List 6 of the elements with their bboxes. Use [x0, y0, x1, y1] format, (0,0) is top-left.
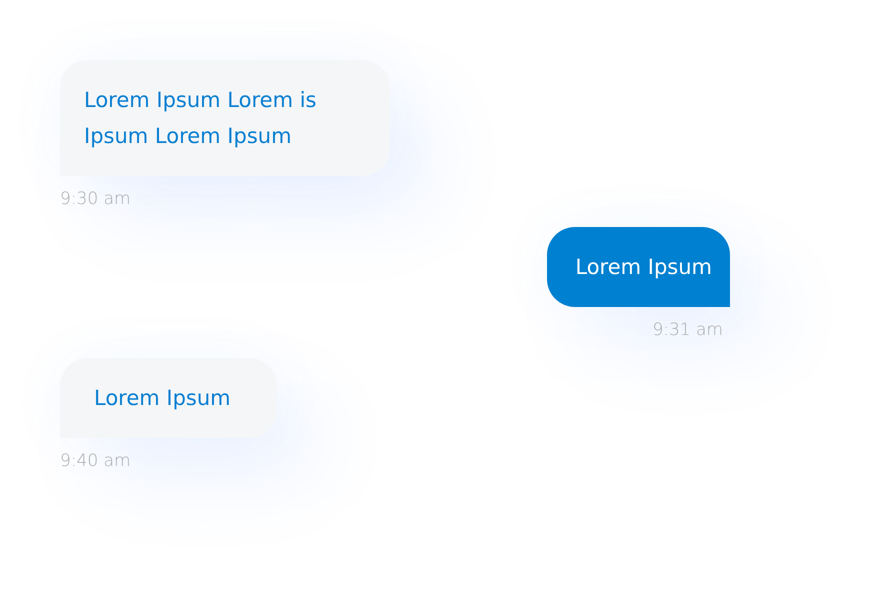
timestamp: 9:31 am — [652, 319, 723, 341]
timestamp: 9:40 am — [60, 450, 131, 472]
message-bubble: Lorem Ipsum — [60, 358, 277, 438]
message-bubble: Lorem Ipsum Lorem is Ipsum Lorem Ipsum — [60, 60, 390, 176]
message-bubble: Lorem Ipsum — [547, 227, 730, 307]
timestamp: 9:30 am — [60, 188, 131, 210]
